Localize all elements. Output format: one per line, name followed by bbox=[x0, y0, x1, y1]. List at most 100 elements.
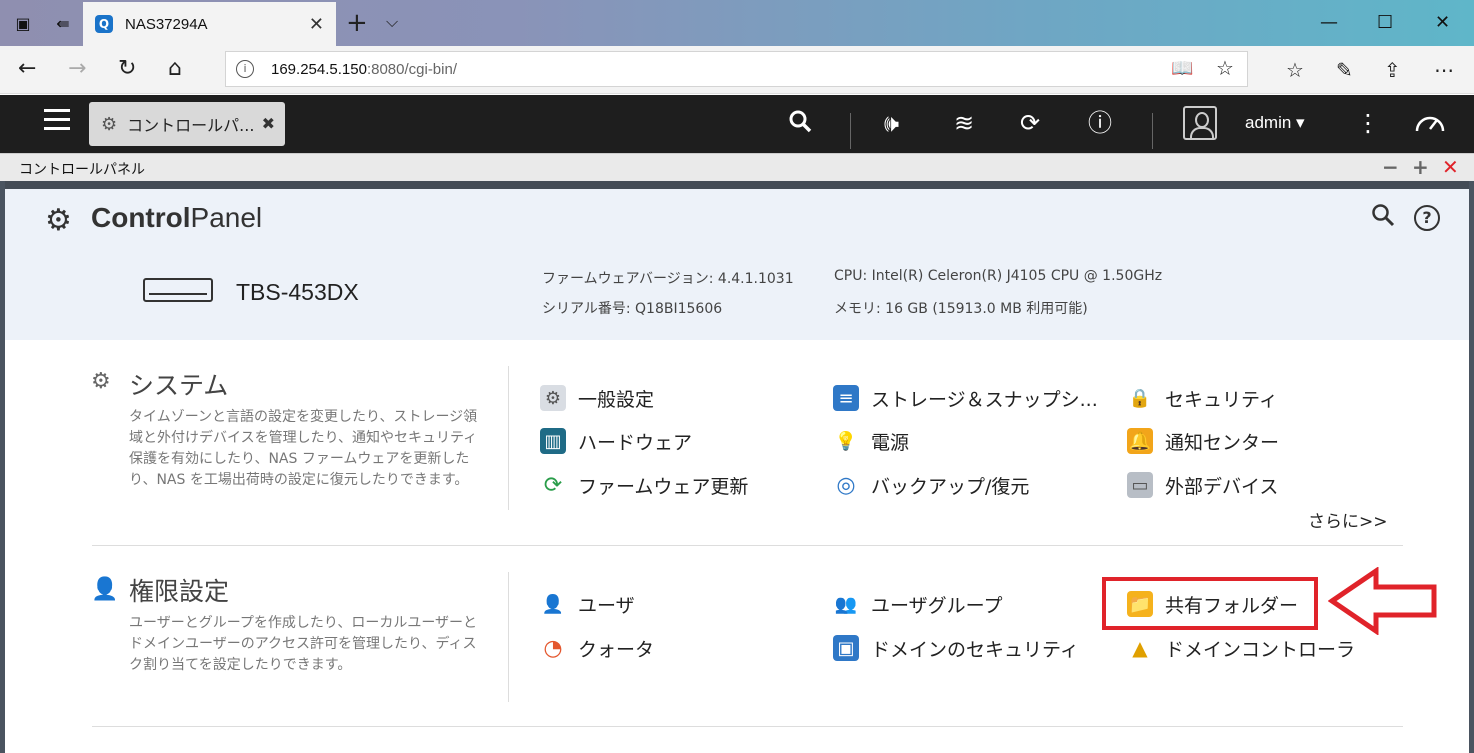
divider bbox=[1152, 113, 1153, 149]
power-bulb-icon: 💡 bbox=[834, 430, 858, 452]
window-minimize-icon[interactable]: − bbox=[1382, 155, 1399, 179]
item-label: ハードウェア bbox=[578, 431, 693, 454]
item-firmware-update[interactable]: ⟳ ファームウェア更新 bbox=[540, 470, 749, 500]
more-options-icon[interactable]: ⋮ bbox=[1356, 109, 1380, 137]
privilege-section-title: 権限設定 bbox=[129, 577, 230, 606]
dashboard-gauge-icon[interactable] bbox=[1414, 109, 1446, 141]
qts-app-tab[interactable]: ⚙ コントロールパ... ✖ bbox=[89, 102, 285, 146]
item-label: ファームウェア更新 bbox=[578, 475, 749, 498]
share-icon[interactable]: ⇪ bbox=[1384, 58, 1401, 82]
url-host: 169.254.5.150 bbox=[271, 61, 367, 78]
window-header: コントロールパネル − + ✕ bbox=[0, 153, 1474, 181]
item-storage-snapshots[interactable]: ≡ ストレージ＆スナップシ... bbox=[833, 383, 1098, 413]
task-stack-icon[interactable]: ≋ bbox=[954, 109, 974, 137]
cp-title-rest: Panel bbox=[190, 202, 263, 233]
favorite-star-icon[interactable]: ☆ bbox=[1216, 56, 1234, 80]
window-maximize-icon[interactable]: + bbox=[1412, 155, 1429, 179]
section-separator bbox=[92, 545, 1403, 546]
user-icon: 👤 bbox=[541, 593, 565, 615]
favorites-list-icon[interactable]: ☆ bbox=[1286, 58, 1304, 82]
item-label: 電源 bbox=[871, 431, 910, 454]
site-info-icon[interactable]: i bbox=[236, 60, 254, 78]
item-power[interactable]: 💡 電源 bbox=[833, 426, 909, 456]
tab-close-icon[interactable]: ✕ bbox=[309, 14, 324, 35]
browser-tab[interactable]: Q NAS37294A ✕ bbox=[83, 2, 336, 46]
url-path: :8080/cgi-bin/ bbox=[366, 61, 457, 78]
item-hardware[interactable]: ▥ ハードウェア bbox=[540, 426, 692, 456]
privilege-user-icon: 👤 bbox=[91, 577, 119, 602]
cp-search-icon[interactable] bbox=[1371, 203, 1395, 227]
qts-topbar: ⚙ コントロールパ... ✖ 🕪 ≋ ⟳ ⓘ admin ▾ ⋮ bbox=[0, 95, 1474, 153]
user-menu[interactable]: admin ▾ bbox=[1245, 113, 1305, 133]
set-aside-tabs-icon[interactable]: ▣ bbox=[10, 10, 36, 36]
browser-titlebar: ▣ ⇚ Q NAS37294A ✕ + ⌵ — ☐ ✕ bbox=[0, 0, 1474, 46]
system-gear-icon: ⚙ bbox=[91, 369, 111, 394]
nas-model: TBS-453DX bbox=[236, 279, 359, 305]
cp-title-bold: Control bbox=[91, 202, 191, 233]
speaker-icon[interactable]: 🕪 bbox=[884, 109, 899, 137]
gear-icon: ⚙ bbox=[101, 113, 118, 135]
notes-pen-icon[interactable]: ✎ bbox=[1336, 58, 1353, 82]
help-icon[interactable]: ? bbox=[1414, 205, 1440, 231]
minimize-icon[interactable]: — bbox=[1320, 12, 1338, 33]
firmware-version: ファームウェアバージョン: 4.4.1.1031 bbox=[542, 271, 794, 287]
window-close-red-icon[interactable]: ✕ bbox=[1442, 155, 1459, 179]
user-group-icon: 👥 bbox=[834, 593, 858, 615]
reading-view-icon[interactable]: 📖 bbox=[1171, 58, 1193, 79]
system-section-title: システム bbox=[129, 371, 229, 400]
general-settings-icon: ⚙ bbox=[540, 385, 566, 411]
storage-icon: ≡ bbox=[833, 385, 859, 411]
forward-icon[interactable]: → bbox=[68, 56, 86, 81]
section-separator bbox=[92, 726, 1403, 727]
section-divider bbox=[508, 366, 509, 510]
item-label: ドメインコントローラ bbox=[1165, 638, 1356, 661]
address-bar: ← → ↻ ⌂ i 169.254.5.150:8080/cgi-bin/ 📖 … bbox=[0, 46, 1474, 94]
item-users[interactable]: 👤 ユーザ bbox=[540, 589, 635, 619]
window-border-right bbox=[1469, 181, 1474, 753]
notification-icon: 🔔 bbox=[1127, 428, 1153, 454]
window-close-icon[interactable]: ✕ bbox=[1435, 12, 1450, 33]
refresh-icon[interactable]: ↻ bbox=[118, 56, 136, 81]
user-avatar-icon[interactable] bbox=[1183, 106, 1217, 140]
external-device-icon: ▭ bbox=[1127, 472, 1153, 498]
more-link[interactable]: さらに>> bbox=[1308, 507, 1388, 532]
back-icon[interactable]: ← bbox=[18, 56, 36, 81]
item-label: 外部デバイス bbox=[1165, 475, 1279, 498]
control-panel-gear-icon: ⚙ bbox=[45, 203, 72, 238]
item-general-settings[interactable]: ⚙ 一般設定 bbox=[540, 383, 654, 413]
screen: ▣ ⇚ Q NAS37294A ✕ + ⌵ — ☐ ✕ ← → ↻ ⌂ i 16… bbox=[0, 0, 1474, 753]
item-backup-restore[interactable]: ◎ バックアップ/復元 bbox=[833, 470, 1029, 500]
sync-alert-icon[interactable]: ⟳ bbox=[1020, 109, 1040, 137]
system-section-desc: タイムゾーンと言語の設定を変更したり、ストレージ領域と外付けデバイスを管理したり… bbox=[129, 409, 478, 488]
backup-icon: ◎ bbox=[836, 472, 856, 498]
url-field[interactable]: i 169.254.5.150:8080/cgi-bin/ 📖 ☆ bbox=[225, 51, 1248, 87]
item-security[interactable]: 🔒 セキュリティ bbox=[1127, 383, 1278, 413]
item-label: クォータ bbox=[578, 638, 655, 661]
item-domain-controller[interactable]: ▲ ドメインコントローラ bbox=[1127, 633, 1355, 663]
quota-icon: ◔ bbox=[543, 635, 563, 661]
item-label: 一般設定 bbox=[578, 388, 655, 411]
cp-header: ⚙ ControlPanel ? TBS-453DX ファームウェアバージョン:… bbox=[5, 189, 1469, 340]
tab-list-chevron-icon[interactable]: ⌵ bbox=[386, 12, 398, 32]
show-tabs-aside-icon[interactable]: ⇚ bbox=[50, 10, 76, 36]
firmware-update-icon: ⟳ bbox=[543, 472, 563, 498]
item-notification-center[interactable]: 🔔 通知センター bbox=[1127, 426, 1279, 456]
item-domain-security[interactable]: ▣ ドメインのセキュリティ bbox=[833, 633, 1079, 663]
new-tab-icon[interactable]: + bbox=[346, 8, 368, 38]
tab-title: NAS37294A bbox=[125, 15, 208, 33]
hamburger-menu-icon[interactable] bbox=[44, 109, 70, 131]
home-icon[interactable]: ⌂ bbox=[168, 56, 182, 81]
qts-app-tab-label: コントロールパ... bbox=[127, 116, 255, 135]
item-label: ストレージ＆スナップシ... bbox=[871, 388, 1098, 411]
more-menu-icon[interactable]: ⋯ bbox=[1434, 58, 1454, 82]
search-icon[interactable] bbox=[788, 109, 814, 141]
user-name: admin bbox=[1245, 113, 1292, 132]
qts-app-tab-close-icon[interactable]: ✖ bbox=[262, 114, 275, 133]
serial-number: シリアル番号: Q18BI15606 bbox=[542, 301, 723, 317]
item-external-device[interactable]: ▭ 外部デバイス bbox=[1127, 470, 1278, 500]
item-user-groups[interactable]: 👥 ユーザグループ bbox=[833, 589, 1003, 619]
url-text: 169.254.5.150:8080/cgi-bin/ bbox=[271, 61, 457, 78]
maximize-icon[interactable]: ☐ bbox=[1377, 12, 1393, 33]
info-icon[interactable]: ⓘ bbox=[1088, 109, 1112, 137]
item-quota[interactable]: ◔ クォータ bbox=[540, 633, 654, 663]
